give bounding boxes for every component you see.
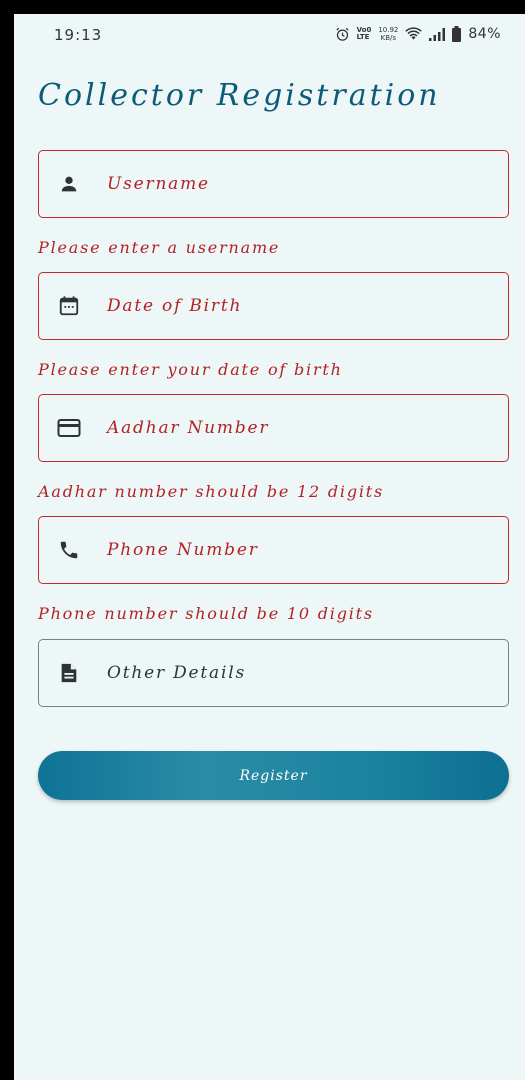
calendar-icon	[57, 294, 81, 318]
status-icons: Vo0 LTE 10.92 KB/s 84%	[335, 26, 501, 42]
phone-placeholder: Phone Number	[107, 540, 259, 560]
net-speed-value: 10.92	[378, 26, 399, 34]
username-error: Please enter a username	[38, 238, 281, 257]
credit-card-icon	[57, 416, 81, 440]
aadhar-field[interactable]: Aadhar Number	[38, 394, 509, 462]
status-bar: 19:13 Vo0 LTE 10.92 KB/s 84%	[14, 14, 525, 58]
aadhar-placeholder: Aadhar Number	[107, 418, 270, 438]
signal-icon	[429, 27, 446, 41]
page-title: Collector Registration	[38, 78, 441, 113]
dob-field[interactable]: Date of Birth	[38, 272, 509, 340]
wifi-icon	[405, 27, 423, 41]
volte-bottom-text: LTE	[356, 33, 370, 41]
net-speed-unit: KB/s	[380, 34, 397, 42]
username-field[interactable]: Username	[38, 150, 509, 218]
register-button[interactable]: Register	[38, 751, 509, 800]
network-speed: 10.92 KB/s	[378, 26, 398, 42]
alarm-icon	[335, 27, 350, 42]
volte-icon: Vo0 LTE	[357, 27, 372, 41]
other-details-placeholder: Other Details	[107, 663, 246, 683]
status-time: 19:13	[54, 26, 103, 44]
username-placeholder: Username	[107, 174, 210, 194]
other-details-field[interactable]: Other Details	[38, 639, 509, 707]
person-icon	[57, 172, 81, 196]
phone-icon	[57, 538, 81, 562]
battery-percent: 84%	[468, 26, 501, 42]
aadhar-error: Aadhar number should be 12 digits	[38, 482, 385, 501]
battery-icon	[452, 26, 462, 42]
phone-error: Phone number should be 10 digits	[38, 604, 374, 623]
dob-error: Please enter your date of birth	[38, 360, 343, 379]
app-screen: 19:13 Vo0 LTE 10.92 KB/s 84% Collector R…	[14, 14, 525, 1080]
phone-field[interactable]: Phone Number	[38, 516, 509, 584]
dob-placeholder: Date of Birth	[107, 296, 243, 316]
document-icon	[57, 661, 81, 685]
